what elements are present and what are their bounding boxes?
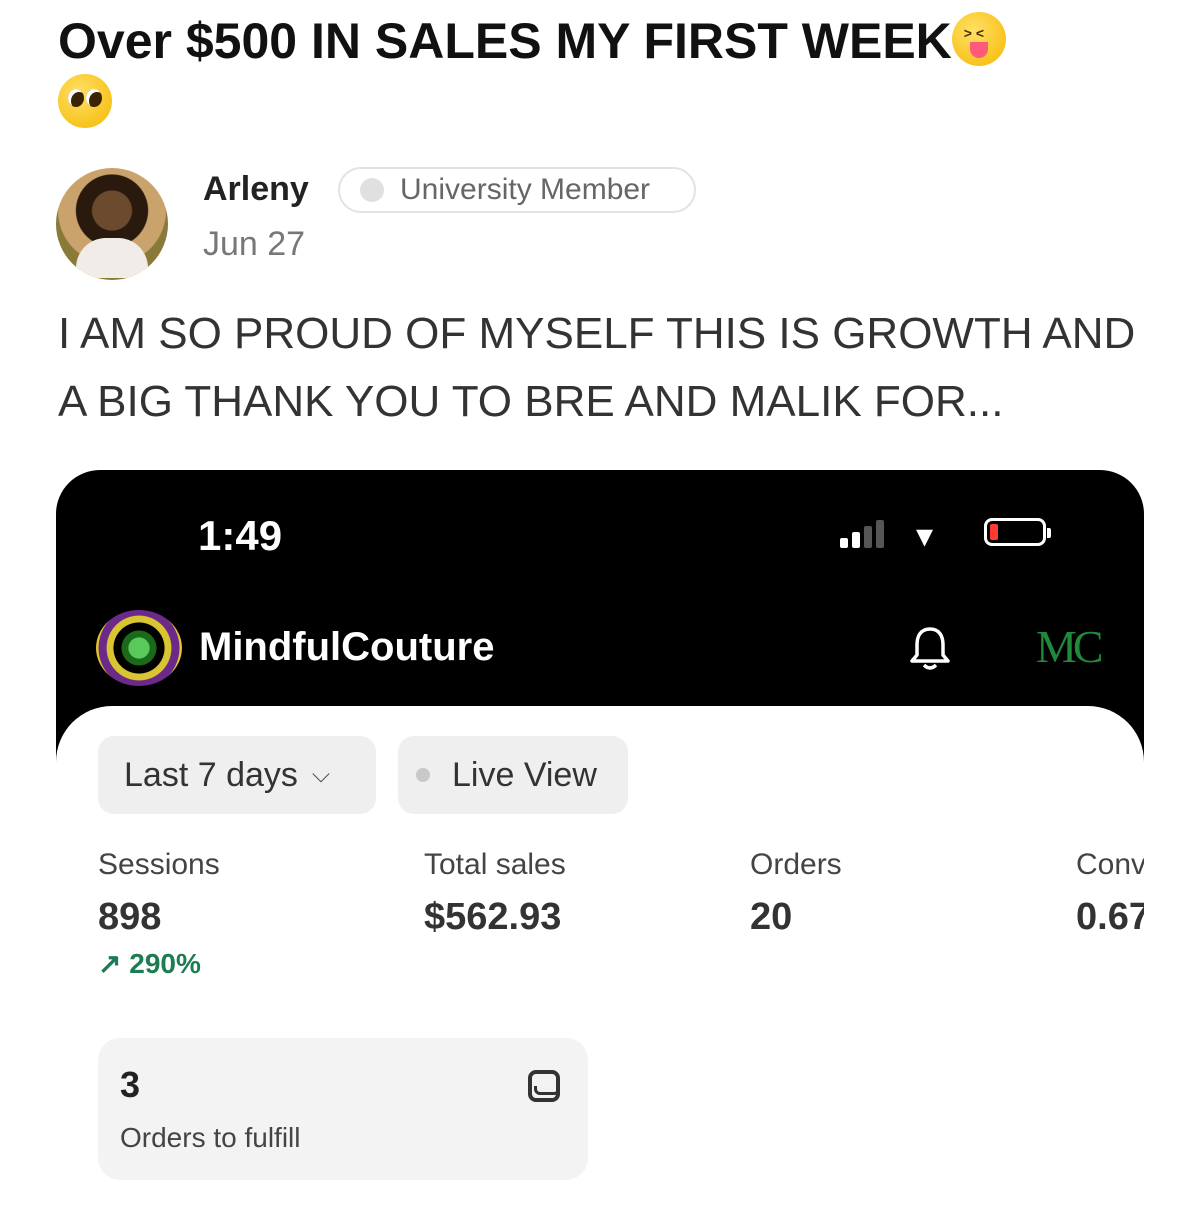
metric-label: Orders	[750, 848, 842, 881]
post-body[interactable]: I AM SO PROUD OF MYSELF THIS IS GROWTH A…	[58, 300, 1168, 436]
metric-orders[interactable]: Orders 20	[750, 848, 842, 939]
analytics-panel: Last 7 days ⌵ Live View Sessions 898 ↗ 2…	[56, 706, 1144, 1214]
chevron-down-icon: ⌵	[311, 761, 331, 788]
metric-value: 20	[750, 896, 793, 938]
live-view-button[interactable]: Live View	[398, 736, 628, 814]
metric-conversion[interactable]: Conv 0.67	[1076, 848, 1144, 939]
live-view-label: Live View	[452, 755, 597, 794]
badge-dot-icon	[360, 178, 384, 202]
member-badge: University Member	[338, 167, 696, 213]
metric-value: $562.93	[424, 896, 562, 938]
account-avatar[interactable]: MC	[1036, 620, 1104, 673]
member-badge-label: University Member	[400, 173, 651, 206]
metric-total-sales[interactable]: Total sales $562.93	[424, 848, 566, 939]
trend-up-icon: ↗	[98, 948, 130, 979]
date-range-label: Last 7 days	[124, 755, 298, 794]
cellular-signal-icon	[840, 520, 884, 548]
date-range-dropdown[interactable]: Last 7 days ⌵	[98, 736, 376, 814]
author-avatar[interactable]	[56, 168, 168, 280]
pleading-face-icon	[58, 74, 112, 128]
inbox-icon	[528, 1070, 560, 1102]
live-dot-icon	[416, 768, 430, 782]
store-screenshot[interactable]: 1:49 ▾ MindfulCouture MC Last 7 days ⌵ L…	[56, 470, 1144, 1214]
fulfill-label: Orders to fulfill	[120, 1122, 301, 1153]
metric-sessions[interactable]: Sessions 898 ↗ 290%	[98, 848, 220, 980]
metric-label: Sessions	[98, 848, 220, 881]
metric-label: Total sales	[424, 848, 566, 881]
metric-value: 0.67	[1076, 896, 1144, 938]
wifi-icon: ▾	[916, 517, 934, 555]
store-logo[interactable]	[96, 610, 182, 686]
post-date: Jun 27	[203, 225, 306, 263]
metric-label: Conv	[1076, 848, 1144, 881]
post-title-text: Over $500 IN SALES MY FIRST WEEK	[58, 13, 952, 69]
post-title: Over $500 IN SALES MY FIRST WEEK > <	[58, 10, 1148, 134]
fulfill-count: 3	[120, 1064, 141, 1105]
orders-to-fulfill-card[interactable]: 3 Orders to fulfill	[98, 1038, 588, 1180]
store-name[interactable]: MindfulCouture	[199, 625, 495, 670]
status-time: 1:49	[198, 512, 283, 559]
bell-icon[interactable]	[908, 625, 952, 671]
metric-value: 898	[98, 896, 162, 938]
squinting-face-with-tongue-icon: > <	[951, 12, 1006, 66]
metric-change: ↗ 290%	[98, 948, 201, 979]
author-name[interactable]: Arleny	[203, 170, 309, 209]
battery-icon	[984, 518, 1051, 546]
